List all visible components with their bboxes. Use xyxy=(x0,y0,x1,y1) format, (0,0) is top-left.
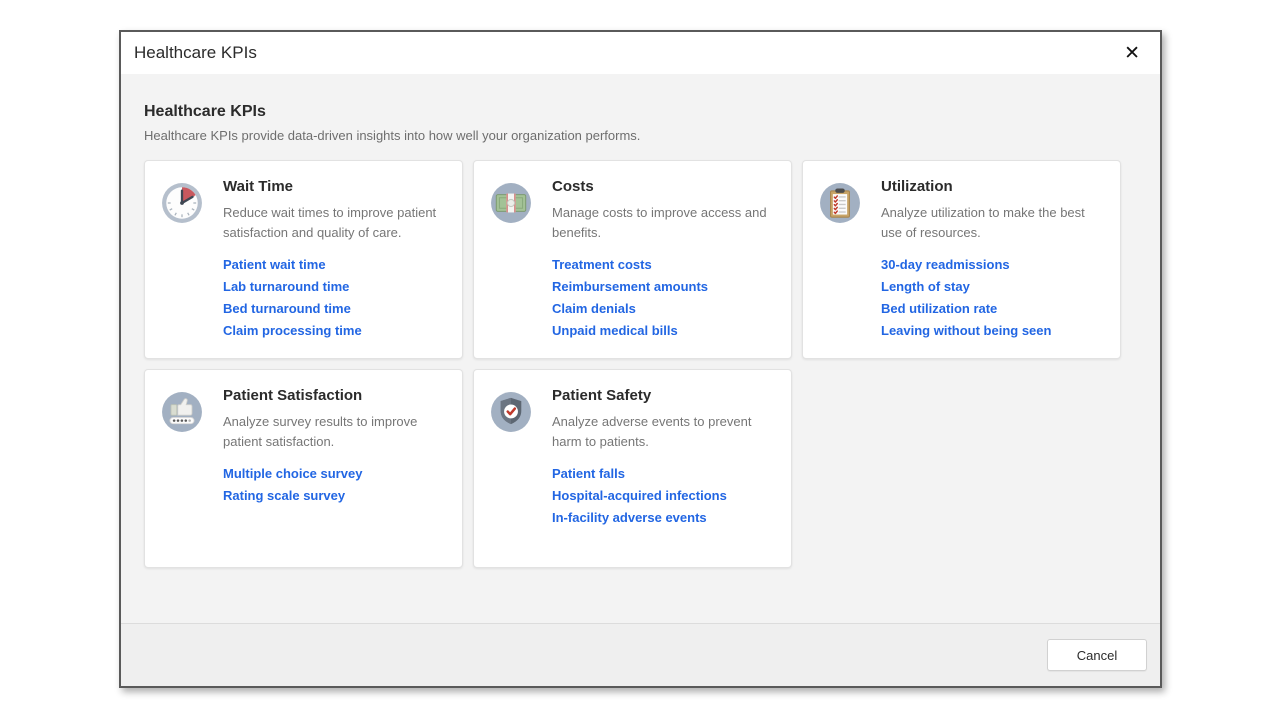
kpi-card-title: Wait Time xyxy=(223,178,446,195)
kpi-card-description: Manage costs to improve access and benef… xyxy=(552,203,775,243)
kpi-card-content: Wait Time Reduce wait times to improve p… xyxy=(223,177,446,342)
kpi-card-description: Analyze survey results to improve patien… xyxy=(223,412,446,452)
kpi-link[interactable]: Reimbursement amounts xyxy=(552,280,775,293)
kpi-card-title: Patient Safety xyxy=(552,387,775,404)
kpi-link[interactable]: Patient falls xyxy=(552,467,775,480)
kpi-card-icon xyxy=(161,182,203,224)
kpi-link[interactable]: 30-day readmissions xyxy=(881,258,1104,271)
thumbs-up-icon xyxy=(161,391,203,433)
kpi-card-content: Utilization Analyze utilization to make … xyxy=(881,177,1104,342)
kpi-card-icon xyxy=(490,182,532,224)
dialog-body: Healthcare KPIs Healthcare KPIs provide … xyxy=(121,74,1160,623)
kpi-card-content: Costs Manage costs to improve access and… xyxy=(552,177,775,342)
money-icon xyxy=(490,182,532,224)
kpi-link[interactable]: Lab turnaround time xyxy=(223,280,446,293)
kpi-card-icon xyxy=(161,391,203,433)
kpi-card-grid: Wait Time Reduce wait times to improve p… xyxy=(144,160,1138,568)
kpi-card-patient-safety: Patient Safety Analyze adverse events to… xyxy=(473,369,792,568)
kpi-card-description: Analyze adverse events to prevent harm t… xyxy=(552,412,775,452)
page-title: Healthcare KPIs xyxy=(144,103,1138,121)
kpi-link[interactable]: Claim processing time xyxy=(223,324,446,337)
kpi-card-links: Patient falls Hospital-acquired infection… xyxy=(552,467,775,524)
cancel-button[interactable]: Cancel xyxy=(1047,639,1147,671)
kpi-link[interactable]: Bed utilization rate xyxy=(881,302,1104,315)
kpi-link[interactable]: Multiple choice survey xyxy=(223,467,446,480)
kpi-card-content: Patient Satisfaction Analyze survey resu… xyxy=(223,386,446,551)
kpi-card-content: Patient Safety Analyze adverse events to… xyxy=(552,386,775,551)
kpi-link[interactable]: Leaving without being seen xyxy=(881,324,1104,337)
kpi-card-title: Costs xyxy=(552,178,775,195)
kpi-link[interactable]: Claim denials xyxy=(552,302,775,315)
kpi-link[interactable]: Patient wait time xyxy=(223,258,446,271)
kpi-card-wait-time: Wait Time Reduce wait times to improve p… xyxy=(144,160,463,359)
healthcare-kpis-dialog: Healthcare KPIs ✕ Healthcare KPIs Health… xyxy=(119,30,1162,688)
kpi-card-title: Utilization xyxy=(881,178,1104,195)
kpi-card-title: Patient Satisfaction xyxy=(223,387,446,404)
close-icon[interactable]: ✕ xyxy=(1116,42,1148,65)
kpi-link[interactable]: Length of stay xyxy=(881,280,1104,293)
kpi-card-icon xyxy=(819,182,861,224)
clock-icon xyxy=(161,182,203,224)
clipboard-checklist-icon xyxy=(819,182,861,224)
dialog-titlebar: Healthcare KPIs ✕ xyxy=(121,32,1160,74)
kpi-link[interactable]: Rating scale survey xyxy=(223,489,446,502)
kpi-link[interactable]: Hospital-acquired infections xyxy=(552,489,775,502)
dialog-title: Healthcare KPIs xyxy=(134,43,257,63)
page-subtitle: Healthcare KPIs provide data-driven insi… xyxy=(144,128,1138,143)
kpi-card-patient-satisfaction: Patient Satisfaction Analyze survey resu… xyxy=(144,369,463,568)
kpi-card-icon xyxy=(490,391,532,433)
kpi-card-links: Multiple choice survey Rating scale surve… xyxy=(223,467,446,502)
kpi-card-links: Patient wait time Lab turnaround time Bed … xyxy=(223,258,446,337)
dialog-footer: Cancel xyxy=(121,623,1160,686)
kpi-link[interactable]: In-facility adverse events xyxy=(552,511,775,524)
kpi-link[interactable]: Treatment costs xyxy=(552,258,775,271)
kpi-link[interactable]: Bed turnaround time xyxy=(223,302,446,315)
kpi-link[interactable]: Unpaid medical bills xyxy=(552,324,775,337)
kpi-card-links: 30-day readmissions Length of stay Bed uti… xyxy=(881,258,1104,337)
kpi-card-costs: Costs Manage costs to improve access and… xyxy=(473,160,792,359)
kpi-card-links: Treatment costs Reimbursement amounts Clai… xyxy=(552,258,775,337)
kpi-card-utilization: Utilization Analyze utilization to make … xyxy=(802,160,1121,359)
kpi-card-description: Analyze utilization to make the best use… xyxy=(881,203,1104,243)
shield-check-icon xyxy=(490,391,532,433)
kpi-card-description: Reduce wait times to improve patient sat… xyxy=(223,203,446,243)
